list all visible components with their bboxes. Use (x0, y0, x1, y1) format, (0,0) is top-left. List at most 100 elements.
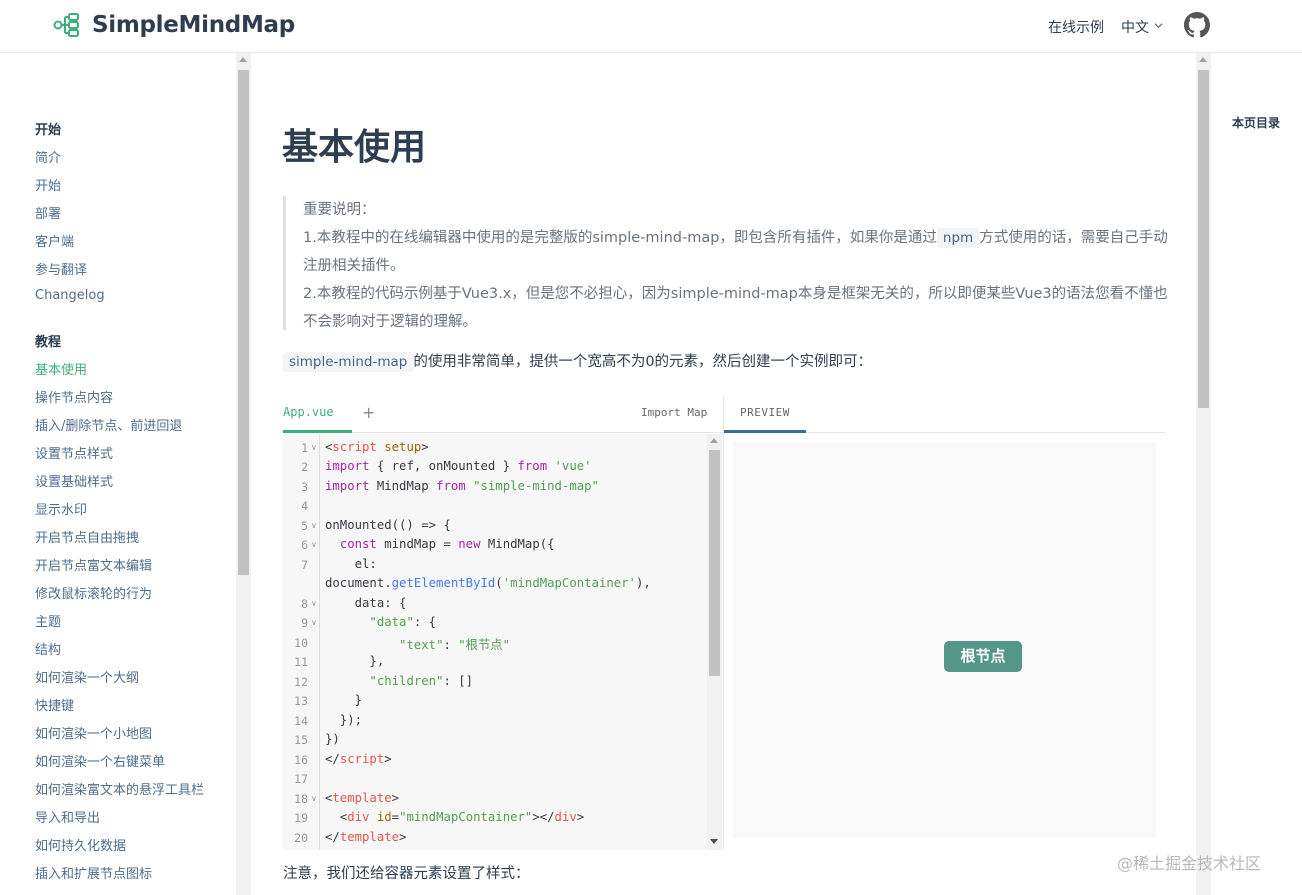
intro-text: 的使用非常简单，提供一个宽高不为0的元素，然后创建一个实例即可： (413, 354, 873, 370)
code-line: import { ref, onMounted } from 'vue' (325, 459, 592, 473)
line-number: 7 (301, 558, 308, 572)
sidebar-item-base-style[interactable]: 设置基础样式 (35, 471, 113, 490)
fold-toggle-icon[interactable]: ∨ (311, 794, 317, 803)
code-line: data: { (325, 596, 407, 610)
fold-toggle-icon[interactable]: ∨ (311, 618, 317, 627)
line-number: 18 (294, 792, 308, 806)
tab-app-vue[interactable]: App.vue (283, 405, 334, 419)
line-number: 10 (294, 636, 308, 650)
playground-divider[interactable] (723, 396, 724, 850)
sidebar-item-node-icons[interactable]: 插入和扩展节点图标 (35, 863, 152, 882)
sidebar-group-tutorial[interactable]: 教程 (35, 331, 61, 350)
sidebar-item-basic-usage[interactable]: 基本使用 (35, 359, 87, 378)
sidebar-item-structure[interactable]: 结构 (35, 639, 61, 658)
line-number: 20 (294, 831, 308, 845)
main-scrollbar-thumb[interactable] (1198, 70, 1209, 408)
code-line: document.getElementById('mindMapContaine… (325, 576, 651, 590)
code-line: import MindMap from "simple-mind-map" (325, 479, 599, 493)
page-title: 基本使用 (282, 127, 427, 168)
code-line: "children": [] (369, 674, 474, 688)
sidebar-item-free-drag[interactable]: 开启节点自由拖拽 (35, 527, 139, 546)
github-icon[interactable] (1184, 12, 1210, 38)
sidebar-item-changelog[interactable]: Changelog (35, 288, 105, 303)
code-line: <div id="mindMapContainer"></div> (325, 810, 585, 824)
sidebar-item-mouse-wheel[interactable]: 修改鼠标滚轮的行为 (35, 583, 152, 602)
line-number: 14 (294, 714, 308, 728)
sidebar-item-insert-delete[interactable]: 插入/删除节点、前进回退 (35, 415, 182, 434)
inline-code-npm: npm (936, 228, 980, 248)
sidebar-item-theme[interactable]: 主题 (35, 611, 61, 630)
sidebar-item-node-content[interactable]: 操作节点内容 (35, 387, 113, 406)
line-number: 19 (294, 811, 308, 825)
code-line: <template> (325, 791, 400, 805)
line-number: 9 (301, 616, 308, 630)
line-number: 16 (294, 753, 308, 767)
sidebar-item-outline[interactable]: 如何渲染一个大纲 (35, 667, 139, 686)
sidebar-item-client[interactable]: 客户端 (35, 231, 74, 250)
sidebar-scrollbar-thumb[interactable] (238, 70, 249, 575)
code-line: el: (325, 557, 377, 571)
line-number: 2 (301, 460, 308, 474)
tab-active-indicator (283, 430, 352, 433)
line-number: 5 (301, 519, 308, 533)
sidebar-item-watermark[interactable]: 显示水印 (35, 499, 87, 518)
sidebar-item-shortcuts[interactable]: 快捷键 (35, 695, 74, 714)
line-number: 13 (294, 694, 308, 708)
code-line: } (325, 693, 363, 707)
editor-scrollbar-thumb[interactable] (709, 450, 720, 676)
sidebar-item-rich-text[interactable]: 开启节点富文本编辑 (35, 555, 152, 574)
chevron-down-icon[interactable] (1154, 21, 1163, 30)
preview-canvas[interactable] (733, 442, 1156, 838)
sidebar-item-persist[interactable]: 如何持久化数据 (35, 835, 126, 854)
code-line: "text": "根节点" (399, 638, 510, 652)
sidebar-item-translate[interactable]: 参与翻译 (35, 259, 87, 278)
line-number: 8 (301, 597, 308, 611)
watermark-text: @稀土掘金技术社区 (1117, 854, 1262, 873)
main-scroll-up-icon[interactable] (1199, 57, 1207, 62)
inline-code-lib: simple-mind-map (283, 352, 414, 372)
sidebar-item-import-export[interactable]: 导入和导出 (35, 807, 100, 826)
line-number: 12 (294, 675, 308, 689)
brand-title[interactable]: SimpleMindMap (92, 12, 295, 38)
top-header: SimpleMindMap 在线示例 中文 (0, 0, 1302, 53)
sidebar-group-start[interactable]: 开始 (35, 119, 61, 138)
nav-online-demo[interactable]: 在线示例 (1048, 17, 1104, 37)
fold-toggle-icon[interactable]: ∨ (311, 443, 317, 452)
code-line: const mindMap = new MindMap({ (339, 537, 555, 551)
sidebar-item-rich-toolbar[interactable]: 如何渲染富文本的悬浮工具栏 (35, 779, 204, 798)
fold-toggle-icon[interactable]: ∨ (311, 599, 317, 608)
mindmap-logo-icon[interactable] (53, 11, 81, 39)
note-heading: 重要说明： (303, 202, 376, 218)
code-line: }); (325, 713, 363, 727)
editor-scroll-down-icon[interactable] (710, 839, 718, 844)
code-line: </script> (325, 752, 392, 766)
editor-scroll-up-icon[interactable] (710, 438, 718, 443)
paragraph-container-style: 注意，我们还给容器元素设置了样式： (283, 866, 530, 882)
sidebar-item-minimap[interactable]: 如何渲染一个小地图 (35, 723, 152, 742)
sidebar-item-deploy[interactable]: 部署 (35, 203, 61, 222)
sidebar-item-intro[interactable]: 简介 (35, 147, 61, 166)
preview-tab-indicator (724, 430, 806, 433)
tab-preview[interactable]: PREVIEW (740, 406, 790, 419)
line-number: 1 (301, 441, 308, 455)
add-file-button[interactable]: + (362, 403, 375, 422)
code-line: </template> (325, 830, 407, 844)
line-number: 15 (294, 733, 308, 747)
line-number: 6 (301, 538, 308, 552)
sidebar-item-node-style[interactable]: 设置节点样式 (35, 443, 113, 462)
line-number: 11 (294, 655, 308, 669)
fold-toggle-icon[interactable]: ∨ (311, 540, 317, 549)
note-item-2: 2.本教程的代码示例基于Vue3.x，但是您不必担心，因为simple-mind… (303, 286, 1168, 330)
note-item-1: 1.本教程中的在线编辑器中使用的是完整版的simple-mind-map，即包含… (303, 224, 1168, 280)
mindmap-root-node[interactable]: 根节点 (944, 641, 1022, 672)
sidebar-item-start[interactable]: 开始 (35, 175, 61, 194)
fold-toggle-icon[interactable]: ∨ (311, 521, 317, 530)
nav-language-select[interactable]: 中文 (1121, 17, 1149, 37)
code-line: onMounted(() => { (325, 518, 451, 532)
toc-title: 本页目录 (1232, 116, 1281, 130)
intro-paragraph: simple-mind-map 的使用非常简单，提供一个宽高不为0的元素，然后创建… (283, 350, 872, 374)
code-line: "data": { (369, 615, 437, 629)
sidebar-item-context-menu[interactable]: 如何渲染一个右键菜单 (35, 751, 165, 770)
tab-import-map[interactable]: Import Map (641, 406, 707, 419)
sidebar-scroll-up-icon[interactable] (239, 57, 247, 62)
